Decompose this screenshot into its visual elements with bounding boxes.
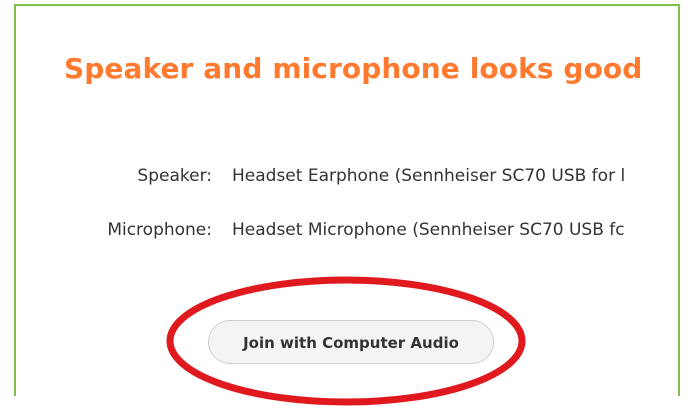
speaker-device-name: Headset Earphone (Sennheiser SC70 USB fo…: [232, 166, 626, 186]
dialog-title: Speaker and microphone looks good: [64, 52, 643, 85]
join-with-computer-audio-button[interactable]: Join with Computer Audio: [208, 320, 494, 364]
audio-test-dialog: Speaker and microphone looks good Speake…: [14, 4, 682, 406]
microphone-label: Microphone:: [107, 220, 212, 240]
microphone-row: Microphone: Headset Microphone (Sennheis…: [16, 220, 682, 244]
microphone-device-name: Headset Microphone (Sennheiser SC70 USB …: [232, 220, 625, 240]
speaker-label: Speaker:: [137, 166, 212, 186]
speaker-row: Speaker: Headset Earphone (Sennheiser SC…: [16, 166, 682, 190]
